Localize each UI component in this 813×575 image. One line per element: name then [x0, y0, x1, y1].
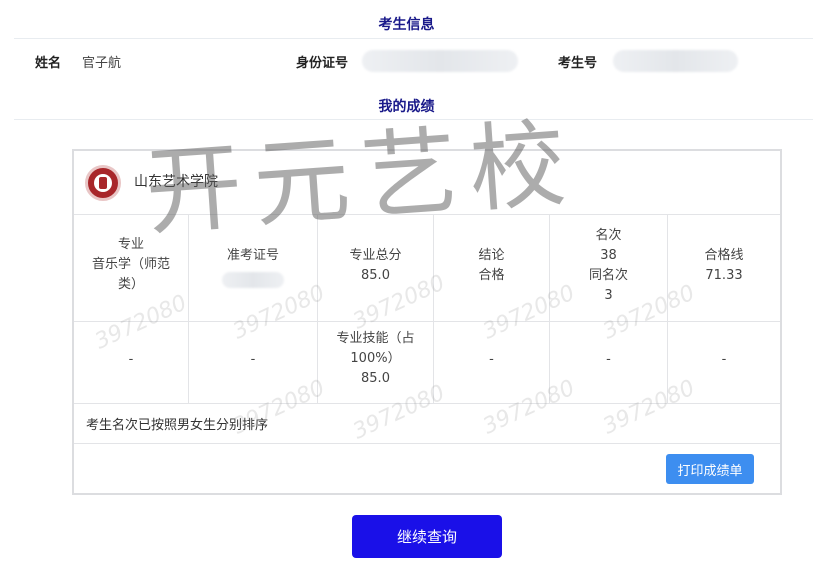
name-label: 姓名 [35, 56, 62, 71]
table-cell: - [434, 322, 550, 403]
skill-score-value: 85.0 [361, 371, 390, 386]
exam-no-label: 考生号 [558, 56, 598, 71]
table-cell: - [189, 322, 318, 403]
scores-title: 我的成绩 [378, 99, 435, 115]
id-label: 身份证号 [296, 56, 349, 71]
table-row: - - 专业技能（占 100%） 85.0 - - - [74, 322, 780, 404]
rank-value: 38 [600, 248, 617, 263]
conclusion-value: 合格 [478, 268, 505, 283]
pass-line-cell: 合格线 71.33 [668, 215, 780, 321]
rank-cell: 名次 38 同名次 3 [550, 215, 668, 321]
admission-no-label: 准考证号 [226, 248, 279, 263]
divider [14, 119, 813, 120]
score-card: 山东艺术学院 专业 音乐学（师范 类） 准考证号 专业总分 85.0 结论 合格… [72, 149, 782, 495]
id-value-redacted [362, 50, 518, 72]
skill-label: 专业技能（占 [336, 331, 415, 346]
school-header: 山东艺术学院 [74, 151, 780, 215]
major-label: 专业 [117, 237, 144, 252]
major-value: 音乐学（师范 [91, 257, 170, 272]
pass-line-value: 71.33 [705, 268, 743, 283]
ranking-note: 考生名次已按照男女生分别排序 [74, 404, 780, 444]
print-transcript-button[interactable]: 打印成绩单 [666, 454, 754, 484]
name-value: 官子航 [82, 56, 122, 71]
table-cell: - [74, 322, 189, 403]
pass-line-label: 合格线 [704, 248, 744, 263]
rank-label: 名次 [595, 228, 622, 243]
total-score-label: 专业总分 [349, 248, 402, 263]
same-rank-value: 3 [604, 288, 613, 303]
continue-query-button[interactable]: 继续查询 [352, 515, 502, 558]
major-cell: 专业 音乐学（师范 类） [74, 215, 189, 321]
skill-weight: 100%） [350, 351, 401, 366]
table-cell: - [550, 322, 668, 403]
school-logo-icon [85, 165, 121, 201]
admission-no-redacted [222, 272, 284, 288]
conclusion-cell: 结论 合格 [434, 215, 550, 321]
exam-no-value-redacted [613, 50, 738, 72]
major-value-cont: 类） [117, 277, 144, 292]
table-row: 专业 音乐学（师范 类） 准考证号 专业总分 85.0 结论 合格 名次 38 … [74, 215, 780, 322]
candidate-info-row: 姓名 官子航 身份证号 考生号 [0, 50, 813, 72]
candidate-info-title: 考生信息 [378, 17, 435, 33]
table-cell: - [721, 352, 727, 367]
divider [14, 38, 813, 39]
conclusion-label: 结论 [478, 248, 505, 263]
school-name: 山东艺术学院 [134, 174, 218, 190]
total-score-cell: 专业总分 85.0 [318, 215, 434, 321]
same-rank-label: 同名次 [588, 268, 628, 283]
total-score-value: 85.0 [361, 268, 390, 283]
skill-score-cell: 专业技能（占 100%） 85.0 [318, 322, 434, 403]
admission-no-cell: 准考证号 [189, 215, 318, 321]
